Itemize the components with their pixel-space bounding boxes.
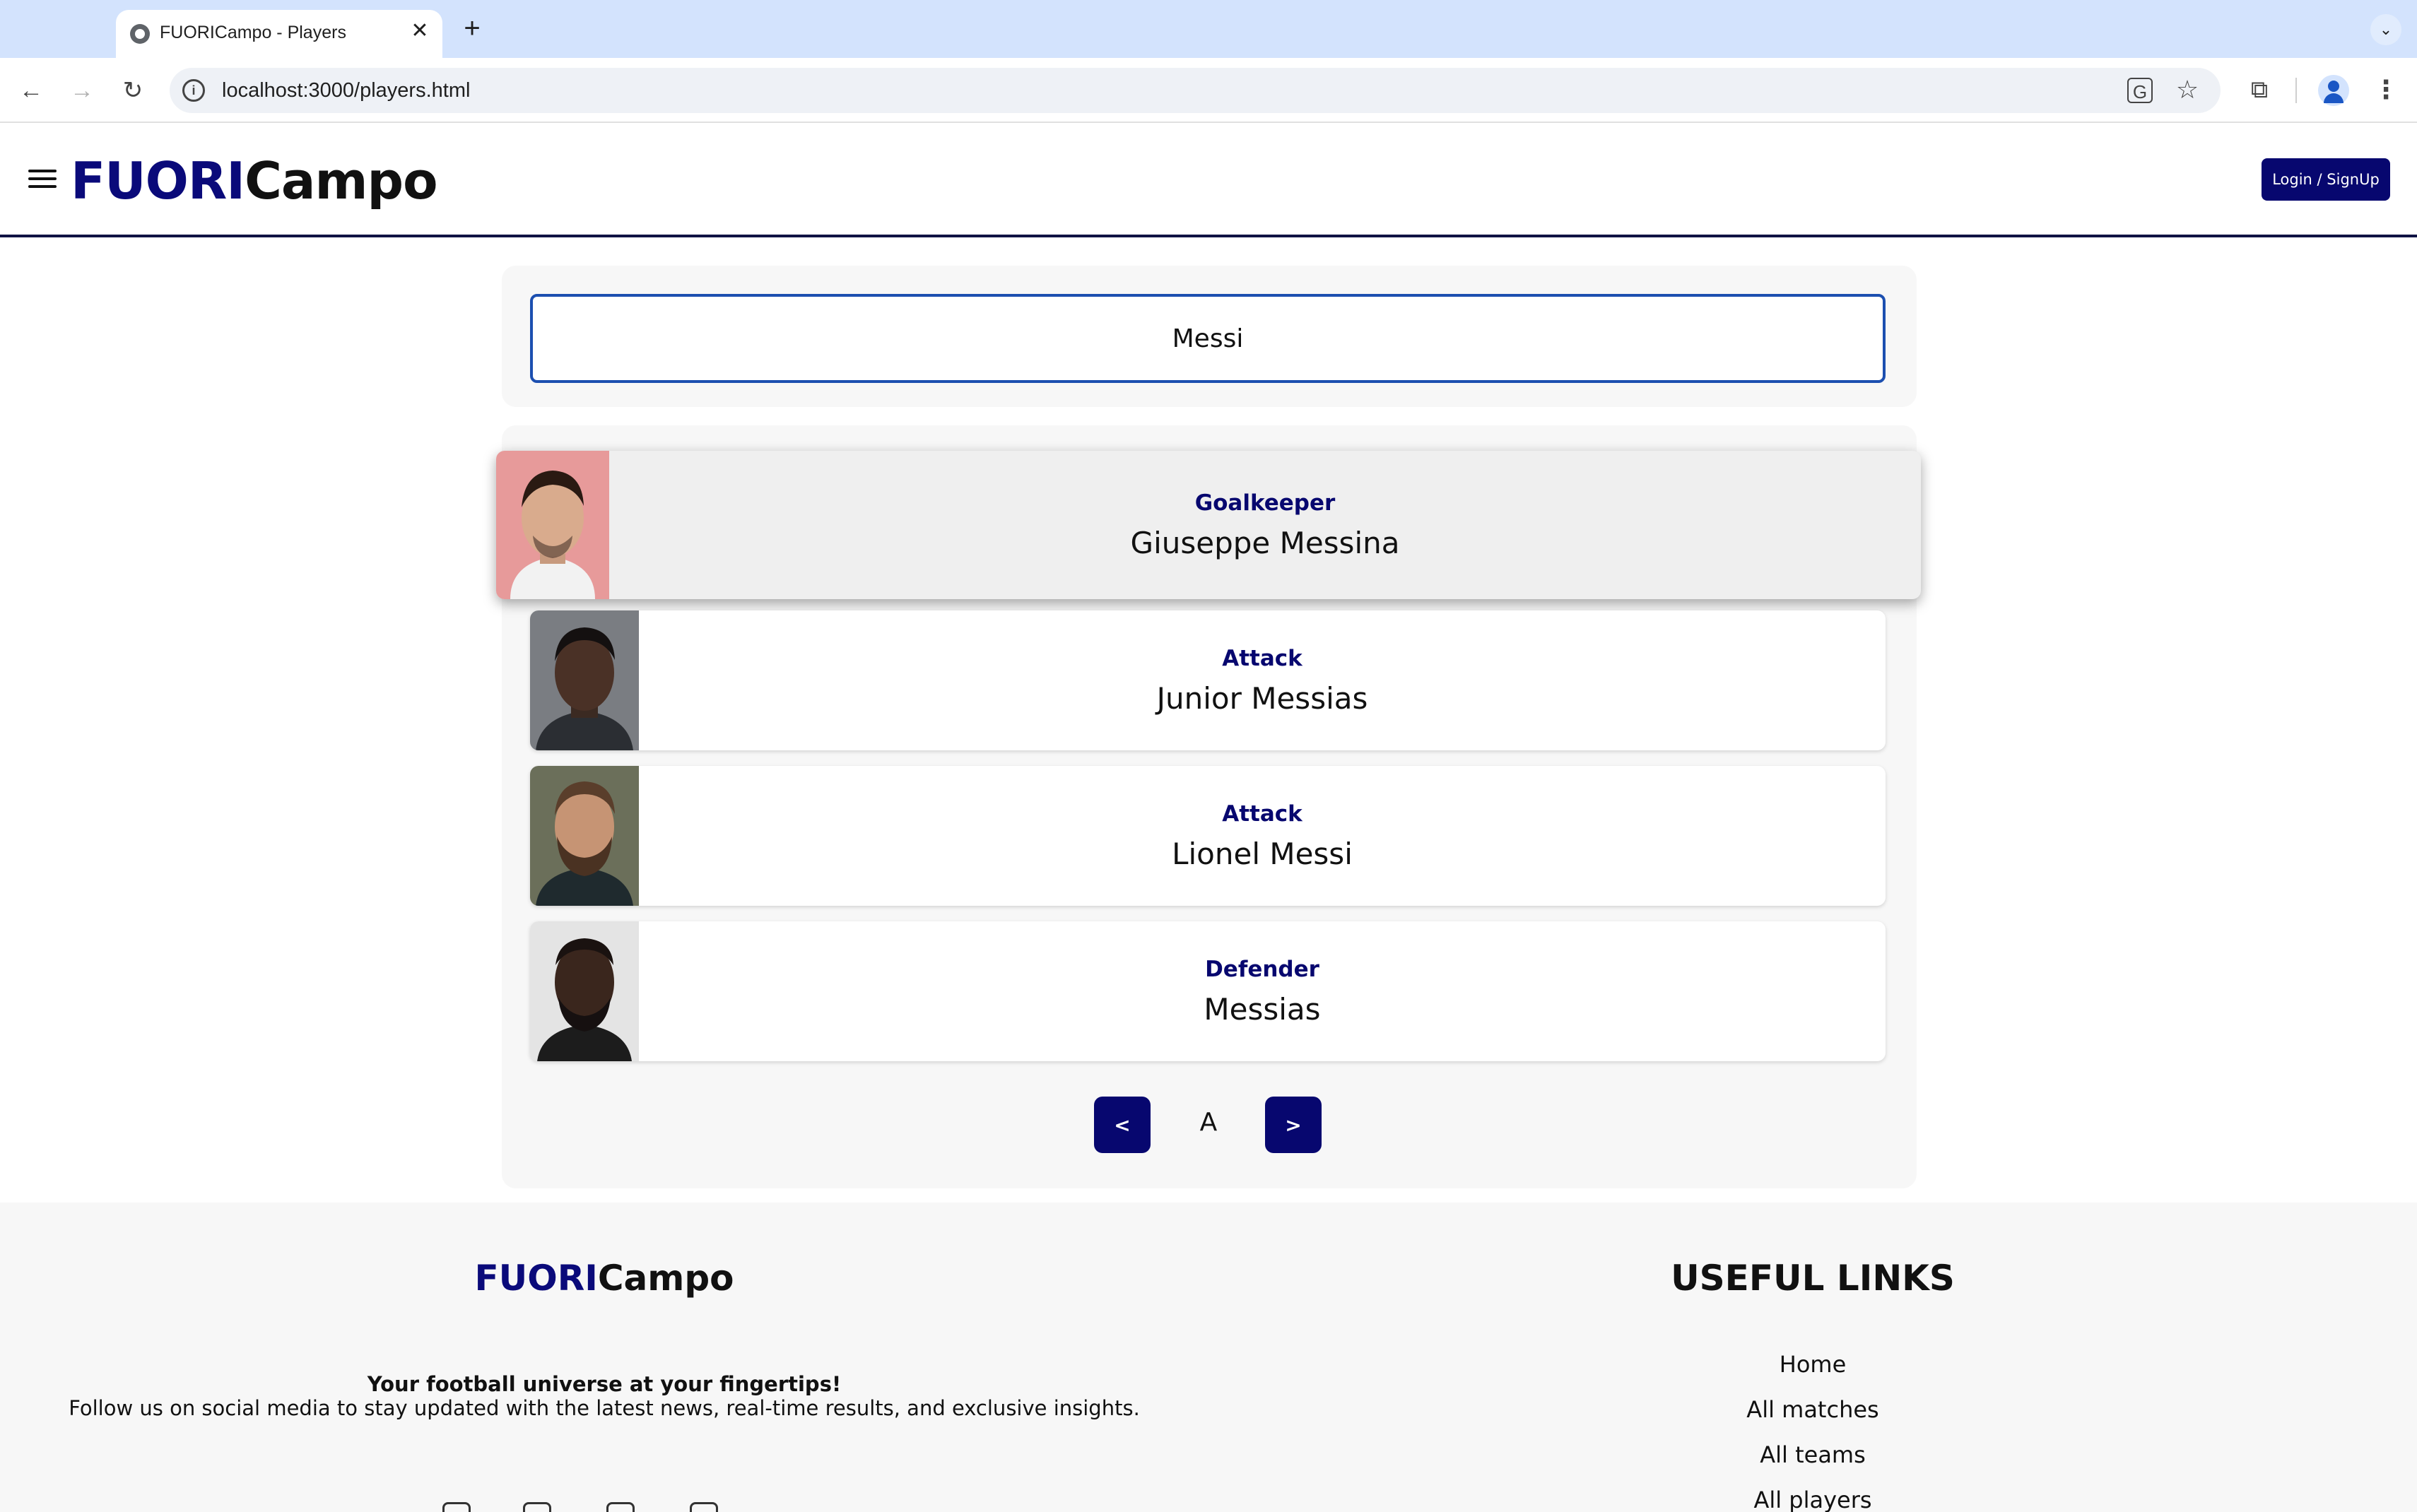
player-photo bbox=[496, 451, 609, 599]
player-role: Defender bbox=[1205, 956, 1319, 982]
browser-toolbar: ← → ↻ i localhost:3000/players.html G ☆ … bbox=[0, 58, 2417, 123]
facebook-icon[interactable] bbox=[442, 1502, 471, 1512]
player-name: Junior Messias bbox=[1156, 680, 1368, 716]
address-bar[interactable]: i localhost:3000/players.html G ☆ bbox=[170, 68, 2221, 113]
translate-icon[interactable]: G bbox=[2127, 78, 2153, 103]
player-photo bbox=[530, 610, 639, 750]
site-info-icon[interactable]: i bbox=[182, 79, 205, 102]
footer-logo-campo: Campo bbox=[597, 1258, 734, 1299]
player-card-text: Attack Junior Messias bbox=[639, 610, 1886, 750]
footer-link-all-matches[interactable]: All matches bbox=[1484, 1396, 2141, 1423]
browser-tab-active[interactable]: FUORICampo - Players ✕ bbox=[116, 10, 442, 58]
footer-link-home[interactable]: Home bbox=[1484, 1351, 2141, 1378]
player-name: Giuseppe Messina bbox=[1130, 525, 1400, 560]
current-page-label: A bbox=[1199, 1108, 1218, 1137]
hamburger-menu-icon[interactable] bbox=[28, 170, 57, 191]
player-name: Messias bbox=[1204, 991, 1321, 1027]
footer-description: Follow us on social media to stay update… bbox=[69, 1396, 1140, 1420]
player-role: Goalkeeper bbox=[1194, 490, 1336, 516]
useful-links-title: USEFUL LINKS bbox=[1671, 1258, 1955, 1299]
search-panel bbox=[502, 266, 1917, 407]
player-search-input[interactable] bbox=[530, 294, 1886, 383]
footer-link-all-teams[interactable]: All teams bbox=[1484, 1441, 2141, 1468]
back-arrow-icon[interactable]: ← bbox=[14, 73, 48, 107]
instagram-icon[interactable] bbox=[606, 1502, 635, 1512]
player-card-text: Attack Lionel Messi bbox=[639, 766, 1886, 906]
tab-title: FUORICampo - Players bbox=[160, 23, 346, 42]
globe-icon bbox=[130, 24, 150, 44]
player-card-text: Goalkeeper Giuseppe Messina bbox=[609, 451, 1921, 599]
logo-campo: Campo bbox=[245, 151, 437, 211]
browser-menu-kebab-icon[interactable]: ⋮ bbox=[2372, 72, 2400, 107]
twitter-icon[interactable] bbox=[523, 1502, 551, 1512]
player-role: Attack bbox=[1222, 645, 1302, 671]
player-card[interactable]: Attack Junior Messias bbox=[530, 610, 1886, 750]
player-photo bbox=[530, 921, 639, 1061]
player-card-text: Defender Messias bbox=[639, 921, 1886, 1061]
bookmark-star-icon[interactable]: ☆ bbox=[2172, 75, 2202, 105]
site-logo[interactable]: FUORICampo bbox=[71, 151, 438, 211]
footer-logo-fuori: FUORI bbox=[474, 1258, 598, 1299]
site-header: FUORICampo Login / SignUp bbox=[0, 124, 2417, 237]
next-page-button[interactable]: > bbox=[1265, 1097, 1322, 1153]
youtube-icon[interactable] bbox=[690, 1502, 718, 1512]
toolbar-divider bbox=[2295, 78, 2297, 103]
forward-arrow-icon[interactable]: → bbox=[65, 73, 99, 107]
tab-search-chevron-icon[interactable]: ⌄ bbox=[2370, 14, 2401, 45]
footer-logo[interactable]: FUORICampo bbox=[0, 1258, 1208, 1299]
address-url[interactable]: localhost:3000/players.html bbox=[222, 79, 470, 102]
browser-tab-strip: FUORICampo - Players ✕ + ⌄ bbox=[0, 0, 2417, 58]
player-card[interactable]: Defender Messias bbox=[530, 921, 1886, 1061]
site-footer: FUORICampo Your football universe at you… bbox=[0, 1203, 2417, 1512]
previous-page-button[interactable]: < bbox=[1094, 1097, 1151, 1153]
footer-tagline: Your football universe at your fingertip… bbox=[367, 1372, 842, 1396]
player-name: Lionel Messi bbox=[1172, 836, 1353, 871]
player-photo bbox=[530, 766, 639, 906]
logo-fuori: FUORI bbox=[71, 151, 245, 211]
close-tab-icon[interactable]: ✕ bbox=[407, 18, 433, 44]
new-tab-button[interactable]: + bbox=[455, 11, 489, 45]
player-card[interactable]: Attack Lionel Messi bbox=[530, 766, 1886, 906]
profile-avatar-icon[interactable] bbox=[2318, 75, 2349, 106]
player-card[interactable]: Goalkeeper Giuseppe Messina bbox=[496, 451, 1921, 599]
login-signup-button[interactable]: Login / SignUp bbox=[2262, 158, 2390, 201]
extensions-puzzle-icon[interactable]: ⧉ bbox=[2242, 72, 2277, 107]
reload-icon[interactable]: ↻ bbox=[116, 73, 150, 107]
footer-link-all-players[interactable]: All players bbox=[1484, 1487, 2141, 1512]
player-role: Attack bbox=[1222, 801, 1302, 827]
